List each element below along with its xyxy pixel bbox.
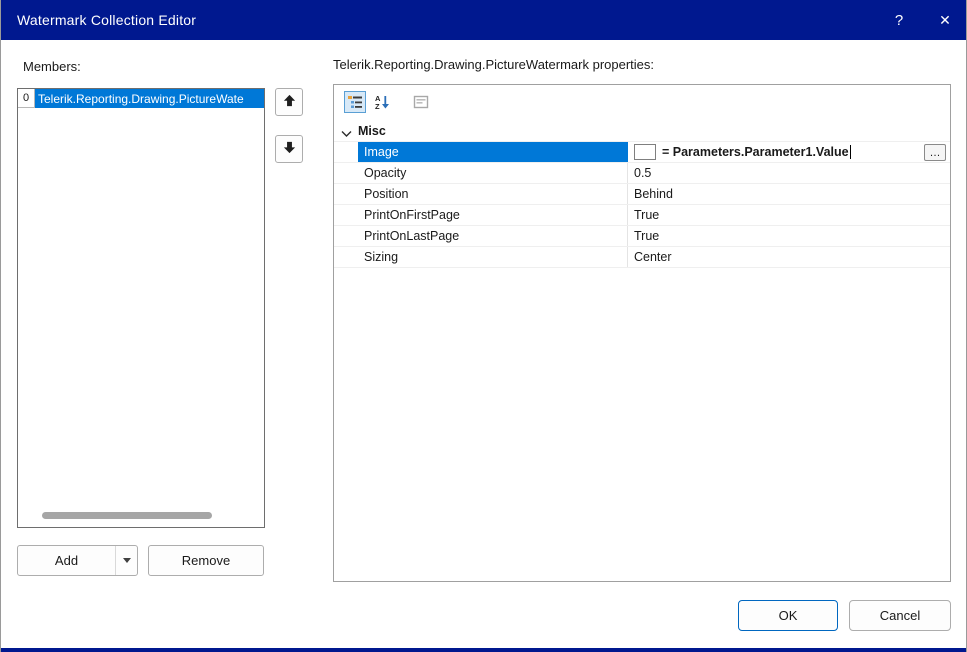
dropdown-caret-icon bbox=[123, 558, 131, 563]
property-row-opacity[interactable]: Opacity 0.5 bbox=[334, 163, 950, 184]
property-row-sizing[interactable]: Sizing Center bbox=[334, 247, 950, 268]
down-arrow-icon bbox=[282, 140, 297, 158]
properties-header: Telerik.Reporting.Drawing.PictureWaterma… bbox=[333, 57, 654, 72]
property-name[interactable]: Image bbox=[358, 142, 628, 162]
members-label: Members: bbox=[23, 59, 81, 74]
image-expression-value[interactable]: = Parameters.Parameter1.Value bbox=[662, 145, 849, 159]
property-name[interactable]: Position bbox=[358, 184, 628, 204]
property-row-image[interactable]: Image = Parameters.Parameter1.Value … bbox=[334, 142, 950, 163]
members-list[interactable]: 0 Telerik.Reporting.Drawing.PictureWate bbox=[17, 88, 265, 528]
browse-ellipsis-button[interactable]: … bbox=[924, 144, 946, 161]
property-value[interactable]: True bbox=[628, 226, 950, 246]
help-button[interactable]: ? bbox=[876, 0, 922, 40]
add-button[interactable]: Add bbox=[17, 545, 138, 576]
window-controls: ? ✕ bbox=[876, 0, 967, 40]
cancel-button[interactable]: Cancel bbox=[849, 600, 951, 631]
property-row-printonlastpage[interactable]: PrintOnLastPage True bbox=[334, 226, 950, 247]
text-cursor bbox=[850, 145, 851, 159]
property-pages-icon bbox=[410, 91, 432, 113]
category-chevron-icon[interactable] bbox=[341, 127, 352, 141]
close-button[interactable]: ✕ bbox=[922, 0, 967, 40]
property-grid-toolbar: A Z bbox=[344, 91, 432, 113]
property-row-printonfirstpage[interactable]: PrintOnFirstPage True bbox=[334, 205, 950, 226]
up-arrow-icon bbox=[282, 93, 297, 111]
list-item[interactable]: 0 Telerik.Reporting.Drawing.PictureWate bbox=[18, 89, 264, 108]
category-name: Misc bbox=[358, 124, 386, 138]
property-row-position[interactable]: Position Behind bbox=[334, 184, 950, 205]
svg-text:Z: Z bbox=[375, 102, 380, 110]
property-value[interactable]: 0.5 bbox=[628, 163, 950, 183]
move-down-button[interactable] bbox=[275, 135, 303, 163]
property-name[interactable]: PrintOnLastPage bbox=[358, 226, 628, 246]
add-button-label: Add bbox=[18, 553, 115, 568]
property-value-editor[interactable]: = Parameters.Parameter1.Value bbox=[628, 142, 950, 162]
add-dropdown[interactable] bbox=[115, 546, 137, 575]
member-text[interactable]: Telerik.Reporting.Drawing.PictureWate bbox=[35, 89, 264, 108]
move-up-button[interactable] bbox=[275, 88, 303, 116]
window-title: Watermark Collection Editor bbox=[1, 12, 196, 28]
property-name[interactable]: Sizing bbox=[358, 247, 628, 267]
titlebar[interactable]: Watermark Collection Editor ? ✕ bbox=[1, 0, 967, 40]
horizontal-scrollbar-thumb[interactable] bbox=[42, 512, 212, 519]
property-grid-panel: A Z Misc bbox=[333, 84, 951, 582]
remove-button[interactable]: Remove bbox=[148, 545, 264, 576]
dialog-bottom-border bbox=[1, 648, 967, 652]
member-index[interactable]: 0 bbox=[18, 89, 35, 108]
categorized-icon[interactable] bbox=[344, 91, 366, 113]
property-value[interactable]: True bbox=[628, 205, 950, 225]
image-thumbnail bbox=[634, 144, 656, 160]
property-value[interactable]: Behind bbox=[628, 184, 950, 204]
ok-button[interactable]: OK bbox=[738, 600, 838, 631]
property-grid: Misc Image = Parameters.Parameter1.Value… bbox=[334, 121, 950, 268]
watermark-collection-editor-dialog: Watermark Collection Editor ? ✕ Members:… bbox=[0, 0, 967, 652]
property-value[interactable]: Center bbox=[628, 247, 950, 267]
property-name[interactable]: PrintOnFirstPage bbox=[358, 205, 628, 225]
alphabetical-icon[interactable]: A Z bbox=[371, 91, 393, 113]
property-name[interactable]: Opacity bbox=[358, 163, 628, 183]
category-row-misc[interactable]: Misc bbox=[334, 121, 950, 142]
